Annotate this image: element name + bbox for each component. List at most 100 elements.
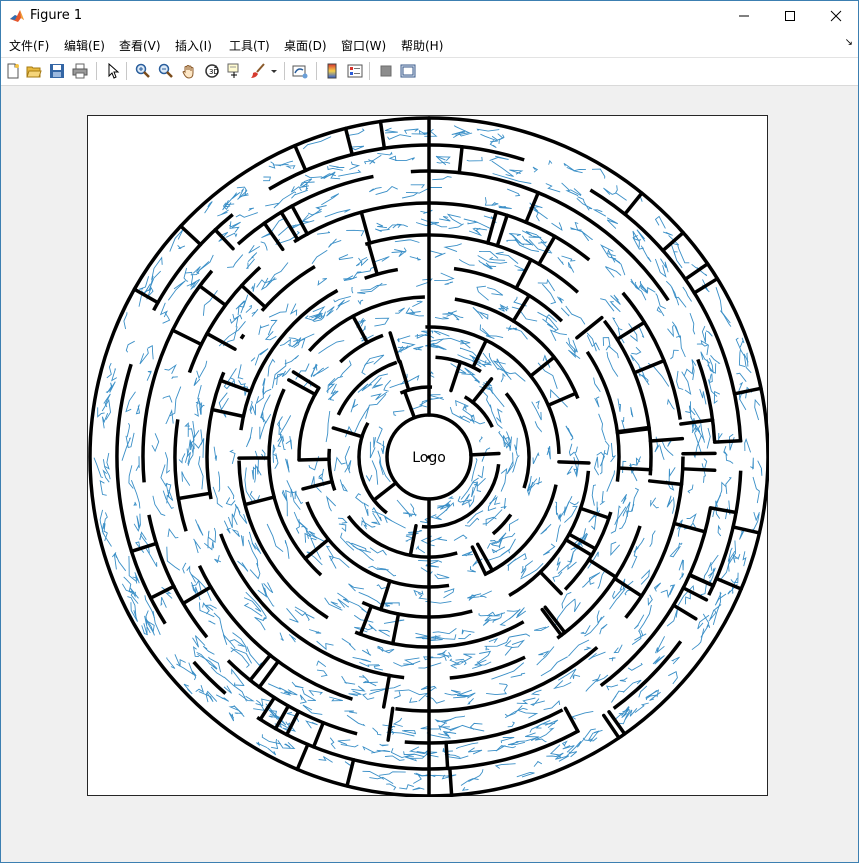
print-icon[interactable] (71, 62, 89, 80)
brush-dropdown-icon[interactable] (269, 62, 279, 80)
close-icon (830, 10, 842, 21)
maze-path-segment (461, 786, 469, 791)
maze-path-segment (227, 513, 238, 528)
maze-path-segment (485, 646, 490, 651)
maze-wall-arc (364, 233, 580, 294)
select-arrow-icon[interactable] (104, 62, 122, 80)
maze-path-segment (701, 325, 706, 343)
maze-path-segment (123, 312, 128, 330)
minimize-button[interactable] (721, 0, 767, 31)
maze-path-segment (541, 283, 557, 305)
data-cursor-icon[interactable] (226, 62, 244, 80)
hide-plot-tools-icon[interactable] (377, 62, 395, 80)
open-file-icon[interactable] (25, 62, 43, 80)
maze-path-segment (439, 216, 451, 222)
maze-path-segment (455, 742, 479, 750)
dock-arrow-icon[interactable]: ↘ (845, 37, 853, 48)
zoom-out-icon[interactable] (157, 62, 175, 80)
maze-path-segment (403, 128, 419, 135)
maze-path-segment (507, 721, 515, 728)
maze-path-segment (235, 212, 258, 218)
maze-path-segment (248, 245, 261, 254)
maze-wall-arc (599, 507, 713, 688)
maze-path-segment (406, 532, 419, 536)
maze-path-segment (540, 523, 552, 535)
maze-path-segment (378, 629, 390, 637)
show-plot-tools-icon[interactable] (399, 62, 417, 80)
maze-path-segment (506, 188, 521, 197)
maze-path-segment (348, 128, 365, 136)
maze-path-segment (629, 463, 638, 482)
maze-wall-arc (504, 392, 531, 489)
maze-path-segment (237, 364, 244, 380)
maze-wall-radial (386, 706, 395, 742)
maze-path-segment (304, 612, 315, 621)
maze-path-segment (346, 229, 365, 237)
maze-path-segment (635, 456, 642, 466)
maze-path-segment (101, 413, 109, 429)
menu-help[interactable]: 帮助(H) (401, 37, 443, 54)
maze-path-segment (369, 547, 387, 556)
maze-axes[interactable]: Logo (87, 115, 769, 797)
maze-path-segment (412, 787, 425, 791)
maze-path-segment (212, 486, 223, 508)
maze-path-segment (506, 609, 521, 620)
maximize-button[interactable] (767, 0, 813, 31)
maze-path-segment (619, 677, 628, 682)
maze-path-segment (610, 442, 617, 463)
maze-path-segment (162, 311, 171, 324)
toolbar-separator (316, 62, 317, 80)
maze-path-segment (487, 745, 506, 752)
zoom-in-icon[interactable] (134, 62, 152, 80)
maze-path-segment (213, 446, 218, 461)
maze-path-segment (246, 646, 262, 667)
menu-window[interactable]: 窗口(W) (341, 37, 386, 54)
maze-wall-radial (524, 190, 540, 225)
maze-path-segment (553, 680, 572, 690)
link-plot-icon[interactable] (291, 62, 309, 80)
legend-icon[interactable] (346, 62, 364, 80)
maze-path-segment (377, 151, 393, 156)
maze-path-segment (222, 634, 236, 649)
maze-path-segment (671, 286, 687, 308)
maze-path-segment (145, 548, 158, 567)
menu-desktop[interactable]: 桌面(D) (284, 37, 327, 54)
maze-wall-radial (293, 143, 308, 173)
maze-path-segment (723, 445, 728, 456)
colorbar-icon[interactable] (323, 62, 341, 80)
maze-path-segment (240, 535, 244, 547)
maze-path-segment (181, 471, 191, 486)
maze-path-segment (383, 516, 406, 529)
maze-path-segment (555, 501, 558, 515)
maze-path-segment (458, 259, 475, 266)
maze-path-segment (509, 169, 524, 175)
new-figure-icon[interactable] (4, 62, 22, 80)
maze-path-segment (391, 249, 407, 253)
maze-path-segment (545, 183, 561, 193)
save-icon[interactable] (48, 62, 66, 80)
maze-wall-arc (336, 360, 398, 416)
maze-path-segment (272, 163, 289, 166)
maze-path-segment (258, 324, 270, 335)
maze-path-segment (167, 527, 179, 539)
pan-hand-icon[interactable] (180, 62, 198, 80)
menu-view[interactable]: 查看(V) (119, 37, 161, 54)
maze-wall-radial (495, 213, 509, 248)
maze-path-segment (631, 346, 642, 355)
maze-path-segment (222, 193, 237, 211)
maze-path-segment (363, 354, 385, 367)
maze-path-segment (706, 427, 711, 449)
menu-tools[interactable]: 工具(T) (229, 37, 270, 54)
maze-path-segment (372, 727, 382, 736)
maze-wall-radial (648, 436, 685, 443)
menu-edit[interactable]: 编辑(E) (64, 37, 105, 54)
maze-path-segment (346, 714, 366, 727)
brush-icon[interactable] (249, 62, 267, 80)
maze-path-segment (405, 307, 424, 317)
menu-insert[interactable]: 插入(I) (175, 37, 212, 54)
rotate-3d-icon[interactable]: 3D (203, 62, 221, 80)
close-button[interactable] (813, 0, 859, 31)
menu-file[interactable]: 文件(F) (9, 37, 49, 54)
maze-path-segment (284, 354, 299, 365)
maze-path-segment (434, 573, 450, 580)
